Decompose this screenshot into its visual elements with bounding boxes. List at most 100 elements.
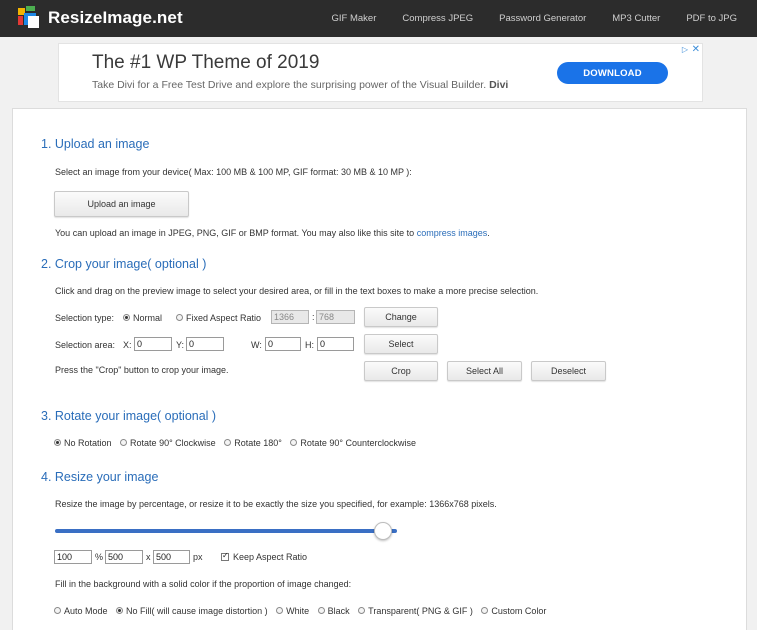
rotate-option-90ccw[interactable]: Rotate 90° Counterclockwise <box>290 438 416 448</box>
h-label: H: <box>305 340 314 350</box>
radio-rotate-180[interactable] <box>224 439 232 447</box>
percent-unit: % <box>95 552 104 562</box>
ad-text-brand: Divi <box>489 79 509 91</box>
rotate-option-90ccw-label: Rotate 90° Counterclockwise <box>300 438 417 448</box>
fill-option-white-label: White <box>286 606 310 616</box>
upload-note: You can upload an image in JPEG, PNG, GI… <box>55 228 490 238</box>
rotate-option-180-label: Rotate 180° <box>234 438 282 448</box>
fill-option-black-label: Black <box>327 606 350 616</box>
fill-option-no-fill-label: No Fill( will cause image distortion ) <box>126 606 268 616</box>
ad-banner[interactable]: The #1 WP Theme of 2019 Take Divi for a … <box>58 43 703 102</box>
change-button[interactable]: Change <box>364 307 438 327</box>
site-logo[interactable]: ResizeImage.net <box>18 6 183 30</box>
radio-no-rotation[interactable] <box>54 439 61 447</box>
fill-description: Fill in the background with a solid colo… <box>55 579 352 589</box>
crop-description: Click and drag on the preview image to s… <box>55 286 539 296</box>
ad-close-icon[interactable]: ✕ <box>692 44 700 55</box>
radio-custom-color[interactable] <box>481 607 489 615</box>
nav-gif-maker[interactable]: GIF Maker <box>332 13 377 24</box>
height-input[interactable]: 500 <box>153 550 190 564</box>
keep-aspect-label: Keep Aspect Ratio <box>233 552 308 562</box>
radio-auto-mode[interactable] <box>54 607 61 615</box>
compress-images-link[interactable]: compress images <box>417 228 488 238</box>
radio-rotate-90-cw[interactable] <box>120 439 128 447</box>
ratio-height-input[interactable]: 768 <box>316 310 355 324</box>
w-input[interactable]: 0 <box>265 337 301 351</box>
fill-option-black[interactable]: Black <box>317 606 350 616</box>
rotate-option-90cw[interactable]: Rotate 90° Clockwise <box>120 438 216 448</box>
logo-icon <box>18 6 42 30</box>
fill-option-custom[interactable]: Custom Color <box>481 606 546 616</box>
x-input[interactable]: 0 <box>134 337 172 351</box>
nav-compress-jpeg[interactable]: Compress JPEG <box>402 13 473 24</box>
rotate-option-none-label: No Rotation <box>64 438 112 448</box>
resize-slider-handle[interactable] <box>374 522 393 540</box>
selection-type-fixed[interactable]: Fixed Aspect Ratio <box>176 313 261 323</box>
upload-description: Select an image from your device( Max: 1… <box>55 167 412 177</box>
rotate-section-title: 3. Rotate your image( optional ) <box>41 409 217 423</box>
nav-password-generator[interactable]: Password Generator <box>499 13 586 24</box>
ratio-width-input[interactable]: 1366 <box>271 310 309 324</box>
crop-section-title: 2. Crop your image( optional ) <box>41 257 207 271</box>
ad-download-button[interactable]: DOWNLOAD <box>557 62 668 84</box>
selection-type-fixed-label: Fixed Aspect Ratio <box>186 313 262 323</box>
ad-text: Take Divi for a Free Test Drive and expl… <box>92 79 508 91</box>
y-input[interactable]: 0 <box>186 337 224 351</box>
upload-note-end: . <box>487 228 490 238</box>
nav-mp3-cutter[interactable]: MP3 Cutter <box>612 13 660 24</box>
fill-option-no-fill[interactable]: No Fill( will cause image distortion ) <box>116 606 268 616</box>
fill-option-white[interactable]: White <box>276 606 309 616</box>
w-label: W: <box>251 340 262 350</box>
crop-hint: Press the "Crop" button to crop your ima… <box>55 365 229 375</box>
site-name: ResizeImage.net <box>48 8 183 27</box>
fill-option-auto-label: Auto Mode <box>64 606 108 616</box>
main-panel: 1. Upload an image Select an image from … <box>12 108 747 630</box>
radio-black[interactable] <box>317 607 325 615</box>
ad-text-body: Take Divi for a Free Test Drive and expl… <box>92 79 487 91</box>
radio-white[interactable] <box>276 607 284 615</box>
resize-section-title: 4. Resize your image <box>41 470 159 484</box>
upload-section-title: 1. Upload an image <box>41 137 150 151</box>
width-input[interactable]: 500 <box>105 550 143 564</box>
ad-info-icon[interactable]: ▷ <box>682 45 688 54</box>
top-nav: GIF Maker Compress JPEG Password Generat… <box>332 0 757 37</box>
fill-option-transparent-label: Transparent( PNG & GIF ) <box>368 606 473 616</box>
nav-pdf-to-jpg[interactable]: PDF to JPG <box>686 13 737 24</box>
ratio-separator: : <box>312 312 315 322</box>
rotate-options: No Rotation Rotate 90° Clockwise Rotate … <box>54 438 422 448</box>
top-bar: ResizeImage.net GIF Maker Compress JPEG … <box>0 0 757 37</box>
percent-input[interactable]: 100 <box>54 550 92 564</box>
upload-button[interactable]: Upload an image <box>54 191 189 217</box>
upload-note-text: You can upload an image in JPEG, PNG, GI… <box>55 228 415 238</box>
fill-option-custom-label: Custom Color <box>491 606 547 616</box>
h-input[interactable]: 0 <box>317 337 354 351</box>
deselect-button[interactable]: Deselect <box>531 361 606 381</box>
x-label: X: <box>123 340 132 350</box>
resize-description: Resize the image by percentage, or resiz… <box>55 499 497 509</box>
resize-slider-track[interactable] <box>55 529 397 533</box>
rotate-option-90cw-label: Rotate 90° Clockwise <box>130 438 216 448</box>
rotate-option-none[interactable]: No Rotation <box>54 438 112 448</box>
radio-normal[interactable] <box>123 314 130 322</box>
keep-aspect-ratio[interactable]: Keep Aspect Ratio <box>221 551 308 562</box>
radio-no-fill[interactable] <box>116 607 124 615</box>
ad-title[interactable]: The #1 WP Theme of 2019 <box>92 52 319 74</box>
crop-button[interactable]: Crop <box>364 361 438 381</box>
select-all-button[interactable]: Select All <box>447 361 522 381</box>
radio-transparent[interactable] <box>358 607 366 615</box>
fill-options: Auto Mode No Fill( will cause image dist… <box>54 606 552 616</box>
fill-option-auto[interactable]: Auto Mode <box>54 606 108 616</box>
selection-area-label: Selection area: <box>55 340 116 350</box>
radio-fixed-aspect[interactable] <box>176 314 183 322</box>
selection-type-normal[interactable]: Normal <box>123 313 162 323</box>
y-label: Y: <box>176 340 185 350</box>
selection-type-label: Selection type: <box>55 313 115 323</box>
rotate-option-180[interactable]: Rotate 180° <box>224 438 282 448</box>
fill-option-transparent[interactable]: Transparent( PNG & GIF ) <box>358 606 473 616</box>
keep-aspect-checkbox[interactable] <box>221 551 229 561</box>
px-unit: px <box>193 552 203 562</box>
select-button[interactable]: Select <box>364 334 438 354</box>
times-sign: x <box>146 552 151 562</box>
selection-type-normal-label: Normal <box>133 313 163 323</box>
radio-rotate-90-ccw[interactable] <box>290 439 298 447</box>
